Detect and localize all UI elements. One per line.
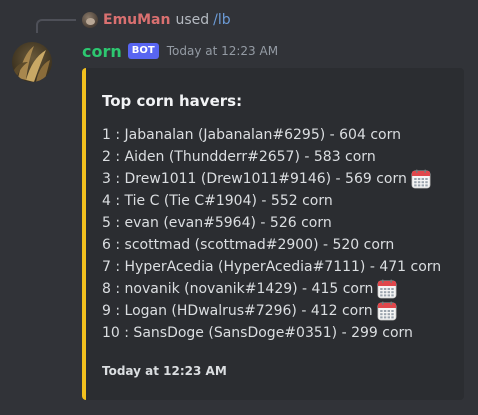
leaderboard-embed: Top corn havers: 1 : Jabanalan (Jabanala… [82,68,464,400]
leaderboard-list: 1 : Jabanalan (Jabanalan#6295) - 604 cor… [102,124,448,344]
leaderboard-row: 4 : Tie C (Tie C#1904) - 552 corn [102,190,448,212]
leaderboard-row: 7 : HyperAcedia (HyperAcedia#7111) - 471… [102,256,448,278]
embed-title: Top corn havers: [102,92,243,110]
embed-footer-timestamp: Today at 12:23 AM [102,364,227,378]
leaderboard-row-text: 4 : Tie C (Tie C#1904) - 552 corn [102,193,333,209]
leaderboard-row-text: 2 : Aiden (Thundderr#2657) - 583 corn [102,149,376,165]
leaderboard-row: 3 : Drew1011 (Drew1011#9146) - 569 corn [102,168,448,190]
calendar-icon [377,301,397,321]
leaderboard-row-text: 1 : Jabanalan (Jabanalan#6295) - 604 cor… [102,127,401,143]
calendar-icon [377,279,397,299]
leaderboard-row-text: 10 : SansDoge (SansDoge#0351) - 299 corn [102,325,413,341]
leaderboard-row-text: 9 : Logan (HDwalrus#7296) - 412 corn [102,303,373,319]
leaderboard-row-text: 7 : HyperAcedia (HyperAcedia#7111) - 471… [102,259,442,275]
message-timestamp[interactable]: Today at 12:23 AM [167,44,278,58]
leaderboard-row: 8 : novanik (novanik#1429) - 415 corn [102,278,448,300]
calendar-icon [411,169,431,189]
leaderboard-row: 5 : evan (evan#5964) - 526 corn [102,212,448,234]
reply-avatar[interactable] [82,12,98,28]
message-header: corn BOT Today at 12:23 AM [82,40,278,62]
bot-badge: BOT [127,43,159,59]
leaderboard-row: 9 : Logan (HDwalrus#7296) - 412 corn [102,300,448,322]
reply-command[interactable]: /lb [213,12,231,28]
leaderboard-row-text: 5 : evan (evan#5964) - 526 corn [102,215,332,231]
leaderboard-row: 10 : SansDoge (SansDoge#0351) - 299 corn [102,322,448,344]
avatar[interactable] [12,42,52,82]
reply-used-text: used [175,12,210,28]
leaderboard-row-text: 6 : scottmad (scottmad#2900) - 520 corn [102,237,395,253]
reply-reference[interactable]: EmuMan used /lb [82,10,231,30]
leaderboard-row: 2 : Aiden (Thundderr#2657) - 583 corn [102,146,448,168]
leaderboard-row-text: 3 : Drew1011 (Drew1011#9146) - 569 corn [102,171,407,187]
leaderboard-row: 1 : Jabanalan (Jabanalan#6295) - 604 cor… [102,124,448,146]
leaderboard-row-text: 8 : novanik (novanik#1429) - 415 corn [102,281,374,297]
leaderboard-row: 6 : scottmad (scottmad#2900) - 520 corn [102,234,448,256]
reply-connector [36,19,76,33]
reply-username[interactable]: EmuMan [103,12,170,28]
author-name[interactable]: corn [82,42,122,61]
